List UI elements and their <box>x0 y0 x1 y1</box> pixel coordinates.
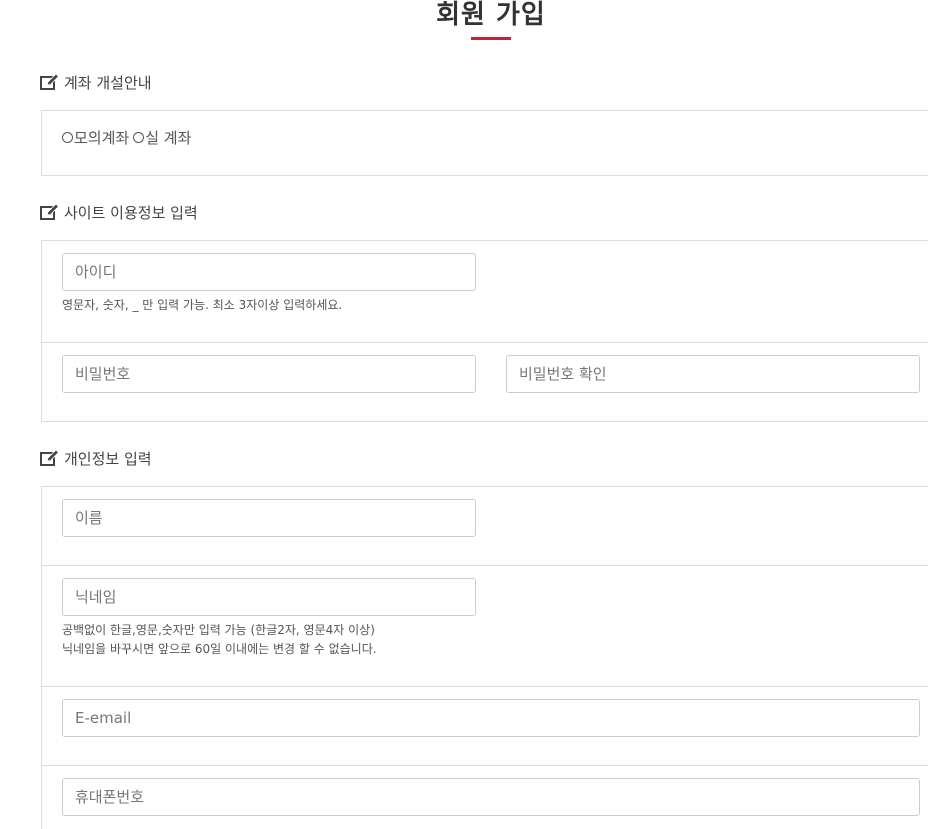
radio-real-account[interactable]: 실 계좌 <box>133 127 191 148</box>
user-id-input[interactable] <box>62 253 476 291</box>
personal-info-panel: 공백없이 한글,영문,숫자만 입력 가능 (한글2자, 영문4자 이상) 닉네임… <box>41 486 928 829</box>
email-input[interactable] <box>62 699 920 737</box>
phone-input[interactable] <box>62 778 920 816</box>
edit-icon <box>40 73 59 91</box>
name-input[interactable] <box>62 499 476 537</box>
section-heading-account: 계좌 개설안내 <box>40 71 152 93</box>
password-input[interactable] <box>62 355 476 393</box>
account-type-radio-group: 모의계좌 실 계좌 <box>62 127 195 148</box>
section-heading-personal-info: 개인정보 입력 <box>40 447 152 469</box>
radio-mock-account[interactable]: 모의계좌 <box>62 127 129 148</box>
edit-icon <box>40 203 59 221</box>
radio-label-mock: 모의계좌 <box>74 129 130 147</box>
site-info-panel: 영문자, 숫자, _ 만 입력 가능. 최소 3자이상 입력하세요. <box>41 240 928 422</box>
panel-divider <box>42 565 928 566</box>
nickname-help-text-2: 닉네임을 바꾸시면 앞으로 60일 이내에는 변경 할 수 없습니다. <box>62 642 377 656</box>
panel-divider <box>42 765 928 766</box>
edit-icon <box>40 449 59 467</box>
section-heading-label: 개인정보 입력 <box>64 449 152 468</box>
title-underline <box>471 37 511 40</box>
nickname-help-text-1: 공백없이 한글,영문,숫자만 입력 가능 (한글2자, 영문4자 이상) <box>62 623 375 637</box>
signup-page: 회원 가입 계좌 개설안내 모의계좌 실 계좌 사이트 이용정보 입력 아이디 … <box>0 0 928 829</box>
radio-circle-icon[interactable] <box>133 132 145 143</box>
page-title: 회원 가입 <box>436 0 546 30</box>
panel-divider <box>42 686 928 687</box>
password-confirm-input[interactable] <box>506 355 920 393</box>
section-heading-label: 계좌 개설안내 <box>64 73 152 92</box>
user-id-help-text: 영문자, 숫자, _ 만 입력 가능. 최소 3자이상 입력하세요. <box>62 298 343 312</box>
section-heading-site-info: 사이트 이용정보 입력 <box>40 201 198 223</box>
section-heading-label: 사이트 이용정보 입력 <box>64 203 198 222</box>
radio-label-real: 실 계좌 <box>145 129 192 147</box>
radio-circle-icon[interactable] <box>62 132 73 143</box>
account-panel: 모의계좌 실 계좌 <box>41 110 928 176</box>
panel-divider <box>42 342 928 343</box>
nickname-input[interactable] <box>62 578 476 616</box>
